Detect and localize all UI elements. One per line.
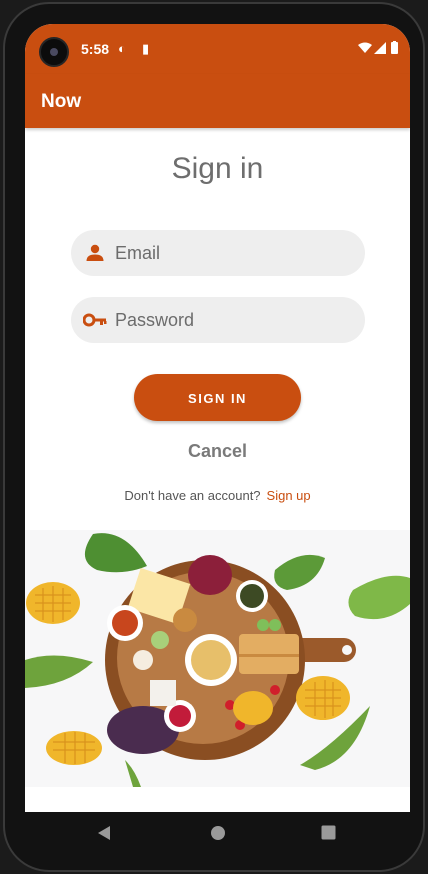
wifi-icon xyxy=(358,42,372,53)
battery-icon xyxy=(391,41,398,54)
sd-card-icon: ▮ xyxy=(142,41,150,56)
person-icon xyxy=(86,244,104,261)
navigation-bar xyxy=(25,812,410,858)
phone-frame: 5:58 ◐ ▮ Now Sign in Email SIGN IN Cance… xyxy=(3,2,425,872)
front-camera xyxy=(39,37,69,67)
status-bar: 5:58 ◐ ▮ xyxy=(25,24,410,74)
cancel-button[interactable]: Cancel xyxy=(25,441,410,462)
app-title: Now xyxy=(41,91,82,112)
data-saver-icon: ◐ xyxy=(118,41,126,56)
home-icon[interactable] xyxy=(210,825,226,841)
status-time: 5:58 xyxy=(81,41,110,57)
page-title: Sign in xyxy=(171,152,264,185)
key-icon xyxy=(83,313,107,327)
food-platter-image xyxy=(25,530,410,787)
password-field[interactable] xyxy=(71,297,365,343)
recents-icon[interactable] xyxy=(321,825,336,840)
sign-in-button[interactable]: SIGN IN xyxy=(134,374,301,421)
email-input[interactable] xyxy=(115,230,350,276)
app-bar: Now xyxy=(25,74,410,128)
email-field[interactable] xyxy=(71,230,365,276)
password-input[interactable] xyxy=(115,297,350,343)
back-icon[interactable] xyxy=(97,825,111,841)
signal-icon xyxy=(374,42,386,54)
signup-prompt: Don't have an account? Sign up xyxy=(25,488,410,503)
no-account-text: Don't have an account? xyxy=(124,488,261,503)
screen: 5:58 ◐ ▮ Now Sign in Email SIGN IN Cance… xyxy=(25,24,410,812)
sign-up-link[interactable]: Sign up xyxy=(267,488,311,503)
